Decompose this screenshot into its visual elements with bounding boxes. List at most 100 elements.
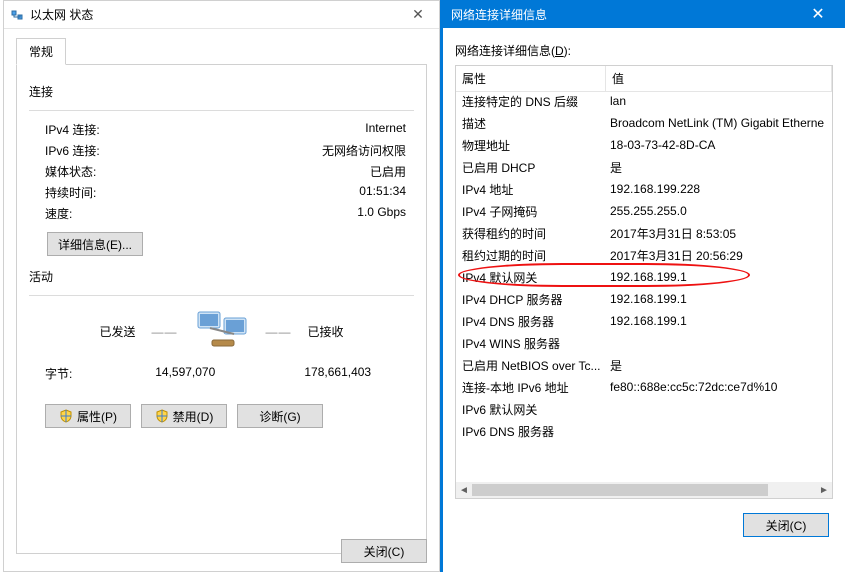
list-row[interactable]: 租约过期的时间2017年3月31日 20:56:29 — [456, 244, 832, 266]
close-button-left-footer[interactable]: 关闭(C) — [341, 539, 427, 563]
list-cell-value: 是 — [606, 357, 832, 374]
bytes-label: 字节: — [29, 365, 109, 382]
list-cell-value: 192.168.199.1 — [606, 292, 832, 306]
list-row[interactable]: IPv4 DNS 服务器192.168.199.1 — [456, 310, 832, 332]
ethernet-status-dialog: 以太网 状态 ✕ 常规 连接 IPv4 连接:Internet IPv6 连接:… — [3, 0, 440, 572]
listview-header: 属性 值 — [456, 66, 832, 92]
list-row[interactable]: IPv4 地址192.168.199.228 — [456, 178, 832, 200]
list-row[interactable]: IPv6 默认网关 — [456, 398, 832, 420]
dialog-footer-right: 关闭(C) — [455, 513, 833, 537]
close-button-left[interactable]: ✕ — [403, 4, 433, 26]
list-row[interactable]: 已启用 DHCP是 — [456, 156, 832, 178]
list-cell-value: lan — [606, 94, 832, 108]
ipv4-conn-label: IPv4 连接: — [29, 121, 139, 138]
network-details-dialog: 网络连接详细信息 ✕ 网络连接详细信息(D): 属性 值 连接特定的 DNS 后… — [440, 0, 845, 572]
list-cell-property: IPv4 DNS 服务器 — [456, 313, 606, 330]
col-header-property[interactable]: 属性 — [456, 66, 606, 91]
details-label-suffix: ): — [564, 44, 571, 58]
list-row[interactable]: IPv4 DHCP 服务器192.168.199.1 — [456, 288, 832, 310]
dialog-body-right: 网络连接详细信息(D): 属性 值 连接特定的 DNS 后缀lan描述Broad… — [443, 28, 845, 537]
dialog-footer-left: 关闭(C) — [341, 539, 427, 563]
properties-button-label: 属性(P) — [77, 408, 117, 425]
conn-row: 媒体状态:已启用 — [29, 163, 414, 180]
details-listview: 属性 值 连接特定的 DNS 后缀lan描述Broadcom NetLink (… — [455, 65, 833, 499]
disable-button-label: 禁用(D) — [173, 408, 214, 425]
tab-general[interactable]: 常规 — [16, 38, 66, 65]
media-state-value: 已启用 — [139, 163, 414, 180]
activity-visual: 已发送 —— —— 已接收 — [29, 308, 414, 355]
tab-strip: 常规 — [16, 37, 427, 64]
connection-heading: 连接 — [29, 83, 414, 100]
divider — [29, 295, 414, 296]
activity-heading: 活动 — [29, 268, 414, 285]
close-button-right[interactable]: ✕ — [799, 0, 837, 28]
scroll-track[interactable] — [472, 482, 816, 498]
details-label-prefix: 网络连接详细信息( — [455, 44, 555, 58]
list-cell-property: IPv6 DNS 服务器 — [456, 423, 606, 440]
list-cell-property: 获得租约的时间 — [456, 225, 606, 242]
list-row[interactable]: 获得租约的时间2017年3月31日 8:53:05 — [456, 222, 832, 244]
title-bar-left: 以太网 状态 ✕ — [4, 1, 439, 29]
activity-group: 活动 已发送 —— —— — [29, 268, 414, 382]
list-cell-value: Broadcom NetLink (TM) Gigabit Etherne — [606, 116, 832, 130]
title-bar-right: 网络连接详细信息 ✕ — [443, 0, 845, 28]
scroll-left-arrow-icon[interactable]: ◄ — [456, 482, 472, 498]
dialog-body-left: 常规 连接 IPv4 连接:Internet IPv6 连接:无网络访问权限 媒… — [4, 29, 439, 554]
action-button-row: 属性(P) 禁用(D) 诊断(G) — [29, 404, 414, 428]
list-row[interactable]: IPv4 子网掩码255.255.255.0 — [456, 200, 832, 222]
bytes-recv-value: 178,661,403 — [262, 365, 415, 382]
tab-page: 连接 IPv4 连接:Internet IPv6 连接:无网络访问权限 媒体状态… — [16, 64, 427, 554]
list-row[interactable]: IPv4 WINS 服务器 — [456, 332, 832, 354]
speed-label: 速度: — [29, 205, 139, 222]
list-cell-value: 192.168.199.228 — [606, 182, 832, 196]
list-row[interactable]: IPv6 DNS 服务器 — [456, 420, 832, 442]
ipv6-conn-label: IPv6 连接: — [29, 142, 139, 159]
media-state-label: 媒体状态: — [29, 163, 139, 180]
list-cell-property: 已启用 NetBIOS over Tc... — [456, 357, 606, 374]
list-cell-property: 已启用 DHCP — [456, 159, 606, 176]
scroll-right-arrow-icon[interactable]: ► — [816, 482, 832, 498]
details-button[interactable]: 详细信息(E)... — [47, 232, 143, 256]
shield-icon — [59, 409, 73, 423]
col-header-value[interactable]: 值 — [606, 66, 832, 91]
list-cell-property: 描述 — [456, 115, 606, 132]
details-label-accel: D — [555, 44, 564, 58]
disable-button[interactable]: 禁用(D) — [141, 404, 227, 428]
list-row[interactable]: 描述Broadcom NetLink (TM) Gigabit Etherne — [456, 112, 832, 134]
close-button-right-footer[interactable]: 关闭(C) — [743, 513, 829, 537]
horizontal-scrollbar[interactable]: ◄ ► — [456, 482, 832, 498]
recv-label: 已接收 — [308, 323, 415, 340]
list-cell-property: 连接特定的 DNS 后缀 — [456, 93, 606, 110]
duration-label: 持续时间: — [29, 184, 139, 201]
conn-row: IPv6 连接:无网络访问权限 — [29, 142, 414, 159]
list-row[interactable]: 连接特定的 DNS 后缀lan — [456, 90, 832, 112]
ipv6-conn-value: 无网络访问权限 — [139, 142, 414, 159]
diagnose-button[interactable]: 诊断(G) — [237, 404, 323, 428]
conn-row: IPv4 连接:Internet — [29, 121, 414, 138]
list-cell-value: 是 — [606, 159, 832, 176]
list-row[interactable]: 物理地址18-03-73-42-8D-CA — [456, 134, 832, 156]
properties-button[interactable]: 属性(P) — [45, 404, 131, 428]
list-cell-property: 物理地址 — [456, 137, 606, 154]
list-cell-property: IPv4 子网掩码 — [456, 203, 606, 220]
list-row[interactable]: IPv4 默认网关192.168.199.1 — [456, 266, 832, 288]
scroll-thumb[interactable] — [472, 484, 768, 496]
title-text-left: 以太网 状态 — [30, 6, 403, 23]
list-cell-value: fe80::688e:cc5c:72dc:ce7d%10 — [606, 380, 832, 394]
list-cell-property: IPv4 DHCP 服务器 — [456, 291, 606, 308]
list-cell-value: 18-03-73-42-8D-CA — [606, 138, 832, 152]
details-label: 网络连接详细信息(D): — [455, 42, 833, 59]
ipv4-conn-value: Internet — [139, 121, 414, 138]
list-cell-property: 租约过期的时间 — [456, 247, 606, 264]
connection-group: 连接 IPv4 连接:Internet IPv6 连接:无网络访问权限 媒体状态… — [29, 83, 414, 258]
speed-value: 1.0 Gbps — [139, 205, 414, 222]
list-row[interactable]: 已启用 NetBIOS over Tc...是 — [456, 354, 832, 376]
list-cell-value: 2017年3月31日 20:56:29 — [606, 247, 832, 264]
list-cell-property: IPv4 地址 — [456, 181, 606, 198]
list-cell-property: 连接-本地 IPv6 地址 — [456, 379, 606, 396]
list-row[interactable]: 连接-本地 IPv6 地址fe80::688e:cc5c:72dc:ce7d%1… — [456, 376, 832, 398]
list-cell-value: 192.168.199.1 — [606, 314, 832, 328]
dash-icon: —— — [152, 325, 178, 339]
bytes-row: 字节: 14,597,070 178,661,403 — [29, 365, 414, 382]
dash-icon: —— — [266, 325, 292, 339]
